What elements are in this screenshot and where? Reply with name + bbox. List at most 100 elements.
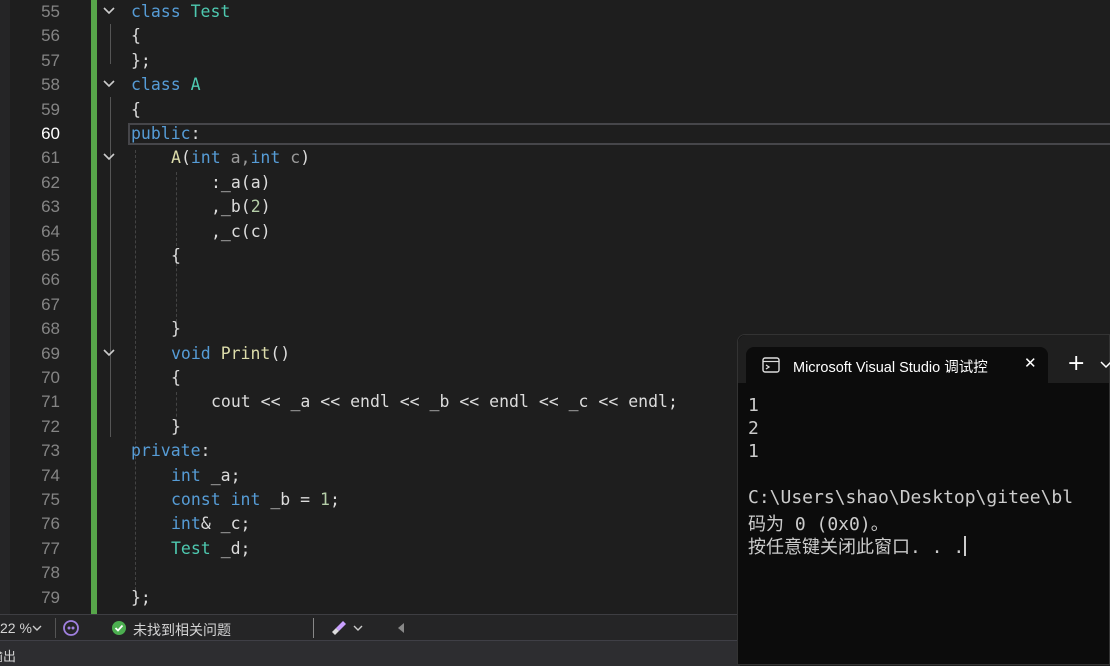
- line-number: 57: [41, 50, 60, 70]
- line-number: 65: [41, 246, 60, 265]
- code-text: ;: [329, 490, 340, 509]
- code-text: _b =: [270, 490, 321, 509]
- scroll-left-icon[interactable]: [396, 622, 406, 634]
- console-tab-title: Microsoft Visual Studio 调试控: [793, 360, 988, 376]
- chevron-down-icon[interactable]: [102, 346, 116, 360]
- output-panel-header: 输出: [0, 640, 740, 666]
- brush-icon[interactable]: [330, 619, 348, 637]
- code-text: {: [171, 246, 181, 265]
- console-tab[interactable]: Microsoft Visual Studio 调试控 ✕: [746, 347, 1048, 383]
- keyword: int: [250, 148, 281, 168]
- new-tab-icon[interactable]: +: [1067, 352, 1085, 376]
- code-text: :_a(a): [211, 172, 271, 192]
- zoom-level[interactable]: 22 %: [0, 620, 32, 636]
- code-line[interactable]: 64 ,_c(c): [0, 220, 1110, 244]
- chevron-down-icon[interactable]: [1100, 361, 1110, 369]
- check-circle-icon: [112, 621, 126, 635]
- keyword: int: [171, 514, 201, 534]
- code-line[interactable]: 62 :_a(a): [0, 171, 1110, 195]
- type-name: Test: [171, 538, 211, 558]
- line-number: 67: [41, 294, 60, 314]
- console-output-line: 1: [748, 441, 759, 462]
- line-number: 60: [41, 124, 60, 143]
- code-text: ,_c(c): [211, 221, 271, 241]
- chevron-down-icon[interactable]: [353, 624, 363, 632]
- chevron-down-icon[interactable]: [102, 77, 116, 91]
- code-line[interactable]: 67: [0, 293, 1110, 317]
- code-text: (: [180, 148, 191, 168]
- line-number: 64: [41, 221, 60, 241]
- keyword: int: [171, 465, 201, 485]
- code-line[interactable]: 59 {: [0, 98, 1110, 122]
- divider: [313, 618, 314, 638]
- divider: [55, 618, 56, 638]
- debug-console-window[interactable]: Microsoft Visual Studio 调试控 ✕ + 1 2 1 C:…: [737, 334, 1110, 665]
- line-number: 71: [41, 392, 60, 412]
- param: a,: [220, 148, 251, 168]
- code-line[interactable]: 55 class Test: [0, 0, 1110, 24]
- keyword: private: [131, 441, 201, 461]
- line-number: 61: [41, 148, 60, 168]
- line-number: 55: [41, 2, 60, 21]
- param: c: [280, 148, 301, 168]
- console-tab-bar: Microsoft Visual Studio 调试控 ✕ +: [738, 335, 1110, 383]
- text-cursor: [964, 536, 967, 556]
- line-number: 73: [41, 441, 60, 461]
- line-number: 63: [41, 197, 60, 217]
- copilot-icon[interactable]: [62, 619, 80, 637]
- issues-status[interactable]: 未找到相关问题: [133, 620, 231, 640]
- line-number: 72: [41, 416, 60, 436]
- chevron-down-icon[interactable]: [102, 4, 116, 18]
- code-text: {: [171, 368, 181, 387]
- keyword: class: [131, 2, 181, 21]
- keyword: void: [171, 343, 211, 363]
- code-line-current[interactable]: 60 public:: [0, 122, 1110, 146]
- code-line[interactable]: 61 A(int a,int c): [0, 146, 1110, 170]
- code-line[interactable]: 56 {: [0, 24, 1110, 48]
- keyword: const: [171, 490, 221, 509]
- chevron-down-icon[interactable]: [32, 624, 42, 632]
- code-text: _d;: [220, 538, 251, 558]
- line-number: 77: [41, 538, 60, 558]
- function-name: A: [171, 148, 181, 168]
- console-output-line: 按任意键关闭此窗口. . .: [748, 533, 967, 559]
- line-number: 78: [41, 563, 60, 583]
- line-number: 75: [41, 490, 60, 509]
- line-number: 62: [41, 172, 60, 192]
- editor-status-bar: 22 % 未找到相关问题: [0, 614, 740, 641]
- keyword: public: [131, 124, 191, 143]
- line-number: 58: [41, 75, 60, 95]
- keyword: int: [230, 490, 261, 509]
- number-literal: 2: [250, 197, 261, 217]
- code-line[interactable]: 65 {: [0, 244, 1110, 268]
- line-number: 68: [41, 319, 60, 339]
- terminal-icon: [762, 357, 780, 373]
- code-line[interactable]: 66: [0, 268, 1110, 292]
- code-text: :: [190, 124, 201, 143]
- chevron-down-icon[interactable]: [102, 150, 116, 164]
- code-text: {: [131, 26, 141, 46]
- line-number: 56: [41, 26, 60, 46]
- console-prompt-text: 按任意键关闭此窗口. . .: [748, 537, 965, 558]
- code-text: }: [171, 416, 181, 436]
- code-text: {: [131, 99, 141, 119]
- code-text: ): [300, 148, 311, 168]
- console-output-line: 1: [748, 395, 759, 416]
- type-name: Test: [190, 2, 231, 21]
- line-number: 59: [41, 99, 60, 119]
- line-number: 76: [41, 514, 60, 534]
- code-text: };: [131, 50, 151, 70]
- line-number: 70: [41, 368, 60, 387]
- code-text: _a;: [210, 465, 241, 485]
- code-line[interactable]: 57 };: [0, 49, 1110, 73]
- type-name: A: [190, 75, 201, 95]
- code-text: cout << _a << endl << _b << endl << _c <…: [211, 392, 678, 412]
- output-tab[interactable]: 输出: [0, 646, 16, 665]
- console-output-line: 2: [748, 418, 759, 439]
- code-text: :: [200, 441, 211, 461]
- code-line[interactable]: 63 ,_b(2): [0, 195, 1110, 219]
- close-icon[interactable]: ✕: [1024, 354, 1037, 372]
- line-number: 69: [41, 343, 60, 363]
- code-line[interactable]: 58 class A: [0, 73, 1110, 97]
- code-text: & _c;: [200, 514, 251, 534]
